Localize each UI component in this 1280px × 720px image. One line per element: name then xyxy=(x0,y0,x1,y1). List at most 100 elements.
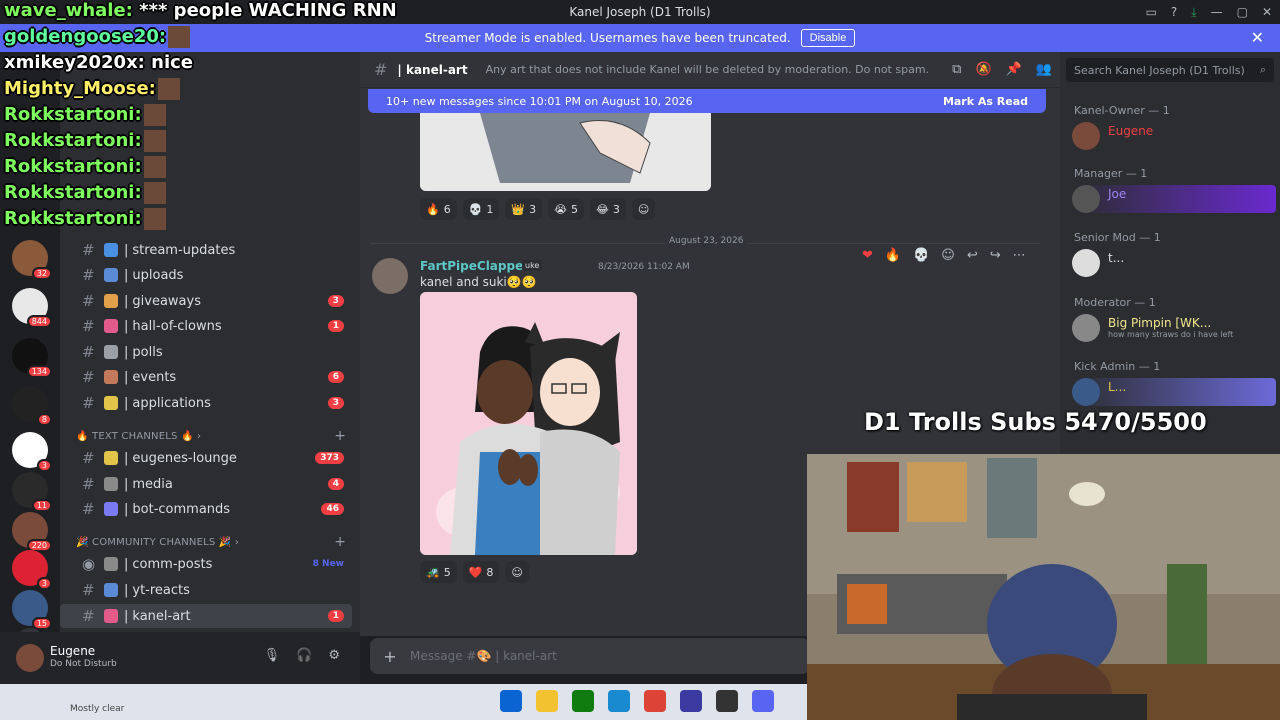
server-icon[interactable]: 8 xyxy=(12,386,52,426)
member-item[interactable]: t... xyxy=(1072,249,1276,277)
message-author[interactable]: FartPipeClapper xyxy=(420,259,529,273)
channel-hall-of-clowns[interactable]: # | hall-of-clowns 1 xyxy=(60,314,352,338)
server-icon[interactable]: 134 xyxy=(12,338,52,378)
download-icon[interactable]: ⤓ xyxy=(1191,5,1196,20)
channel-uploads[interactable]: # | uploads xyxy=(60,263,352,287)
heart-icon[interactable]: ❤ xyxy=(862,248,873,268)
channel-topic[interactable]: Any art that does not include Kanel will… xyxy=(486,63,929,76)
message-input[interactable]: Message #🎨 | kanel-art xyxy=(410,649,557,663)
close-button[interactable]: ✕ xyxy=(1262,5,1272,19)
window-title: Kanel Joseph (D1 Trolls) xyxy=(569,5,711,19)
member-item[interactable]: Eugene xyxy=(1072,122,1276,150)
overlay-chat-line: Rokkstartoni: xyxy=(4,156,166,178)
reaction-bar: 🚜 5 ❤️ 8 ☺ xyxy=(420,561,529,583)
new-messages-bar[interactable]: 10+ new messages since 10:01 PM on Augus… xyxy=(368,89,1046,113)
minimize-button[interactable]: — xyxy=(1211,5,1223,19)
search-input[interactable]: Search Kanel Joseph (D1 Trolls) ⌕ xyxy=(1066,58,1274,82)
channel-polls[interactable]: # | polls xyxy=(60,340,352,364)
fire-icon[interactable]: 🔥 xyxy=(885,248,901,268)
reaction-bar: 🔥 6 💀 1 👑 3 😭 5 😂 3 ☺ xyxy=(420,198,656,220)
channel-media[interactable]: # | media 4 xyxy=(60,472,352,496)
reaction[interactable]: 😂 3 xyxy=(589,198,626,220)
channel-eugenes-lounge[interactable]: # | eugenes-lounge 373 xyxy=(60,446,352,470)
threads-icon[interactable]: ⧉ xyxy=(952,62,961,77)
server-icon[interactable]: 220 xyxy=(12,512,52,552)
server-icon[interactable]: 32 xyxy=(12,240,52,280)
add-reaction-icon[interactable]: ☺ xyxy=(505,561,529,583)
avatar xyxy=(1072,249,1100,277)
reaction[interactable]: ❤️ 8 xyxy=(462,561,500,583)
channel-bot-commands[interactable]: # | bot-commands 46 xyxy=(60,497,352,521)
overlay-avatar xyxy=(143,208,166,230)
channel-yt-reacts[interactable]: # | yt-reacts xyxy=(60,578,352,602)
add-channel-icon[interactable]: + xyxy=(334,534,346,550)
forward-icon[interactable]: ↪ xyxy=(990,248,1001,268)
channel-title: | kanel-art xyxy=(397,62,468,77)
overlay-avatar xyxy=(168,26,191,48)
reaction[interactable]: 🔥 6 xyxy=(420,198,457,220)
image-attachment[interactable] xyxy=(420,292,637,555)
chrome-icon[interactable] xyxy=(644,690,666,712)
disable-button[interactable]: Disable xyxy=(800,29,856,47)
pin-icon[interactable]: 📌 xyxy=(1006,62,1022,77)
notification-bell-icon[interactable]: 🔕 xyxy=(975,62,991,77)
hash-icon: # xyxy=(374,60,388,79)
add-channel-icon[interactable]: + xyxy=(334,428,346,444)
server-icon[interactable]: 11 xyxy=(12,472,52,512)
image-attachment[interactable] xyxy=(420,113,711,191)
file-explorer-icon[interactable] xyxy=(536,690,558,712)
headphones-icon[interactable]: 🎧 xyxy=(296,648,312,663)
reaction[interactable]: 👑 3 xyxy=(505,198,543,220)
user-panel: Eugene Do Not Disturb 🎙 🎧 ⚙ xyxy=(0,632,360,684)
channel-giveaways[interactable]: # | giveaways 3 xyxy=(60,289,352,313)
server-icon[interactable]: 15 xyxy=(12,590,52,630)
message-text: kanel and suki🥺🥺 xyxy=(420,275,537,289)
channel-kanel-art[interactable]: # | kanel-art 1 xyxy=(60,604,352,628)
window-controls: ▭ ? ⤓ — ▢ ✕ xyxy=(1146,0,1272,24)
member-list: Search Kanel Joseph (D1 Trolls) ⌕ Kanel-O… xyxy=(1060,52,1280,462)
member-list-icon[interactable]: 👥 xyxy=(1036,62,1052,77)
add-reaction-icon[interactable]: ☺ xyxy=(631,198,656,220)
search-icon: ⌕ xyxy=(1259,63,1266,76)
channel-events[interactable]: # | events 6 xyxy=(60,365,352,389)
discord-icon[interactable] xyxy=(752,690,774,712)
gear-icon[interactable]: ⚙ xyxy=(328,648,340,663)
close-icon[interactable]: ✕ xyxy=(1251,28,1264,47)
member-item[interactable]: L... xyxy=(1072,378,1276,406)
maximize-button[interactable]: ▢ xyxy=(1237,5,1248,19)
mark-as-read-button[interactable]: Mark As Read xyxy=(943,95,1028,108)
reaction[interactable]: 🚜 5 xyxy=(420,561,457,583)
channel-comm-posts[interactable]: ◉ | comm-posts 8 New xyxy=(60,552,352,576)
microphone-icon[interactable]: 🎙 xyxy=(264,648,281,663)
more-icon[interactable]: ⋯ xyxy=(1013,248,1026,268)
reaction[interactable]: 😭 5 xyxy=(548,198,584,220)
obs-icon[interactable] xyxy=(680,690,702,712)
skull-icon[interactable]: 💀 xyxy=(913,248,929,268)
app-icon[interactable] xyxy=(716,690,738,712)
member-item[interactable]: Joe xyxy=(1072,185,1276,213)
windows-start-icon[interactable] xyxy=(500,690,522,712)
server-icon[interactable]: 3 xyxy=(12,550,52,590)
server-icon[interactable]: 844 xyxy=(12,288,52,328)
overlay-chat-line: Rokkstartoni: xyxy=(4,130,166,152)
art-image xyxy=(420,113,711,191)
message-composer[interactable]: + Message #🎨 | kanel-art xyxy=(370,638,810,674)
server-icon[interactable]: 3 xyxy=(12,432,52,472)
reply-icon[interactable]: ↩ xyxy=(967,248,978,268)
add-reaction-icon[interactable]: ☺ xyxy=(941,248,955,268)
category-community-channels[interactable]: 🎉 COMMUNITY CHANNELS 🎉 › xyxy=(76,537,239,548)
help-icon[interactable]: ? xyxy=(1171,5,1177,19)
channel-stream-updates[interactable]: # | stream-updates xyxy=(60,238,352,262)
channel-applications[interactable]: # | applications 3 xyxy=(60,391,352,415)
member-item[interactable]: Big Pimpin [WK... how many straws do i h… xyxy=(1072,314,1276,342)
inbox-icon[interactable]: ▭ xyxy=(1146,5,1157,19)
avatar[interactable] xyxy=(16,644,44,672)
message-timestamp: 8/23/2026 11:02 AM xyxy=(598,262,690,272)
xbox-icon[interactable] xyxy=(572,690,594,712)
banner-text: Streamer Mode is enabled. Usernames have… xyxy=(424,31,791,45)
reaction[interactable]: 💀 1 xyxy=(462,198,500,220)
category-text-channels[interactable]: 🔥 TEXT CHANNELS 🔥 › xyxy=(76,431,201,442)
edge-icon[interactable] xyxy=(608,690,630,712)
upload-plus-icon[interactable]: + xyxy=(370,647,410,666)
avatar[interactable] xyxy=(372,258,408,294)
